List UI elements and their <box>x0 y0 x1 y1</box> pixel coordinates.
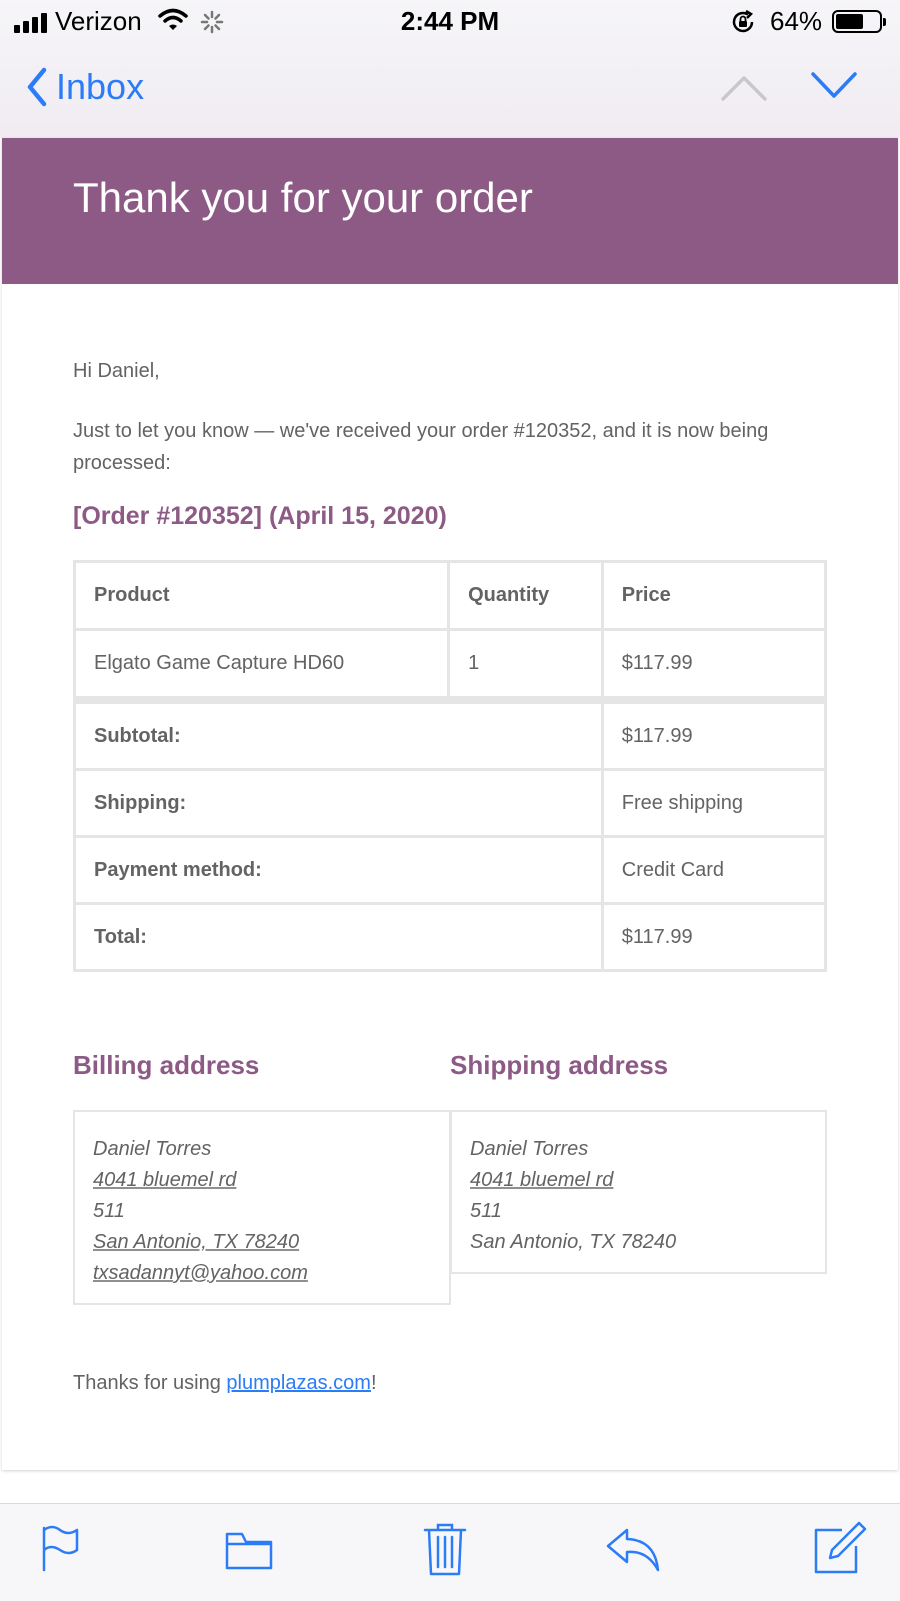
reply-button[interactable] <box>605 1526 661 1579</box>
order-title: [Order #120352] (April 15, 2020) <box>73 502 447 530</box>
footer-thanks: Thanks for using plumplazas.com! <box>73 1372 377 1395</box>
shipping-unit: 511 <box>470 1200 502 1222</box>
subtotal-row: Subtotal: $117.99 <box>73 696 828 771</box>
chevron-up-icon <box>721 76 767 101</box>
mail-toolbar <box>0 1503 900 1601</box>
flag-button[interactable] <box>40 1524 82 1577</box>
thanks-prefix: Thanks for using <box>73 1372 227 1394</box>
shipping-value: Free shipping <box>600 768 828 838</box>
billing-address-heading: Billing address <box>73 1050 260 1080</box>
shipping-address-box: Daniel Torres 4041 bluemel rd 511 San An… <box>450 1110 827 1274</box>
total-label: Total: <box>73 902 604 972</box>
table-row: Elgato Game Capture HD60 1 $117.99 <box>72 628 828 702</box>
back-to-inbox-button[interactable]: Inbox <box>26 66 144 108</box>
greeting-text: Hi Daniel, <box>73 360 160 382</box>
email-header-banner: Thank you for your order <box>2 138 898 284</box>
back-label: Inbox <box>56 66 145 107</box>
column-header-price: Price <box>600 560 828 631</box>
email-body: Thank you for your order Hi Daniel, Just… <box>2 138 898 1470</box>
battery-level <box>836 14 863 29</box>
flag-icon <box>42 1525 79 1572</box>
shipping-label: Shipping: <box>73 768 604 838</box>
total-row: Total: $117.99 <box>73 902 828 972</box>
billing-unit: 511 <box>93 1200 125 1222</box>
trash-icon <box>423 1523 467 1576</box>
mail-nav-bar: Inbox <box>0 44 900 138</box>
previous-message-button[interactable] <box>720 74 768 107</box>
shipping-city: San Antonio, TX 78240 <box>470 1231 677 1253</box>
reply-icon <box>606 1528 660 1572</box>
item-price: $117.99 <box>600 628 828 702</box>
chevron-down-icon <box>811 72 857 98</box>
chevron-left-icon <box>27 67 47 107</box>
store-link[interactable]: plumplazas.com <box>226 1372 371 1394</box>
billing-name: Daniel Torres <box>93 1138 212 1160</box>
order-table: Product Quantity Price Elgato Game Captu… <box>72 560 828 972</box>
status-bar: Verizon 2:44 PM 64% <box>0 0 900 44</box>
item-quantity: 1 <box>447 628 604 702</box>
top-bar: Verizon 2:44 PM 64% Inbox <box>0 0 900 138</box>
shipping-address-heading: Shipping address <box>450 1050 669 1080</box>
clock: 2:44 PM <box>400 6 500 36</box>
intro-text: Just to let you know — we've received yo… <box>73 420 769 474</box>
email-title: Thank you for your order <box>73 174 533 221</box>
payment-method-value: Credit Card <box>600 835 828 905</box>
shipping-name: Daniel Torres <box>470 1138 589 1160</box>
folder-icon <box>225 1532 273 1570</box>
shipping-street[interactable]: 4041 bluemel rd <box>470 1169 613 1191</box>
thanks-suffix: ! <box>370 1372 377 1394</box>
billing-street[interactable]: 4041 bluemel rd <box>93 1169 236 1191</box>
billing-address-box: Daniel Torres 4041 bluemel rd 511 San An… <box>73 1110 451 1305</box>
column-header-quantity: Quantity <box>447 560 604 631</box>
shipping-row: Shipping: Free shipping <box>73 768 828 838</box>
item-product: Elgato Game Capture HD60 <box>72 628 451 702</box>
next-message-button[interactable] <box>810 70 858 105</box>
payment-method-row: Payment method: Credit Card <box>73 835 828 905</box>
compose-icon <box>814 1521 867 1574</box>
delete-button[interactable] <box>423 1521 467 1582</box>
subtotal-label: Subtotal: <box>73 696 604 771</box>
total-value: $117.99 <box>600 902 828 972</box>
battery-percent: 64% <box>770 6 823 36</box>
battery-icon <box>832 10 886 33</box>
payment-method-label: Payment method: <box>73 835 604 905</box>
subtotal-value: $117.99 <box>600 696 828 771</box>
column-header-product: Product <box>72 560 451 631</box>
billing-email-link[interactable]: txsadannyt@yahoo.com <box>93 1262 308 1284</box>
billing-city[interactable]: San Antonio, TX 78240 <box>93 1231 299 1253</box>
move-to-folder-button[interactable] <box>224 1530 274 1577</box>
orientation-lock-icon <box>730 9 756 40</box>
table-header-row: Product Quantity Price <box>72 560 828 631</box>
compose-button[interactable] <box>812 1520 868 1581</box>
